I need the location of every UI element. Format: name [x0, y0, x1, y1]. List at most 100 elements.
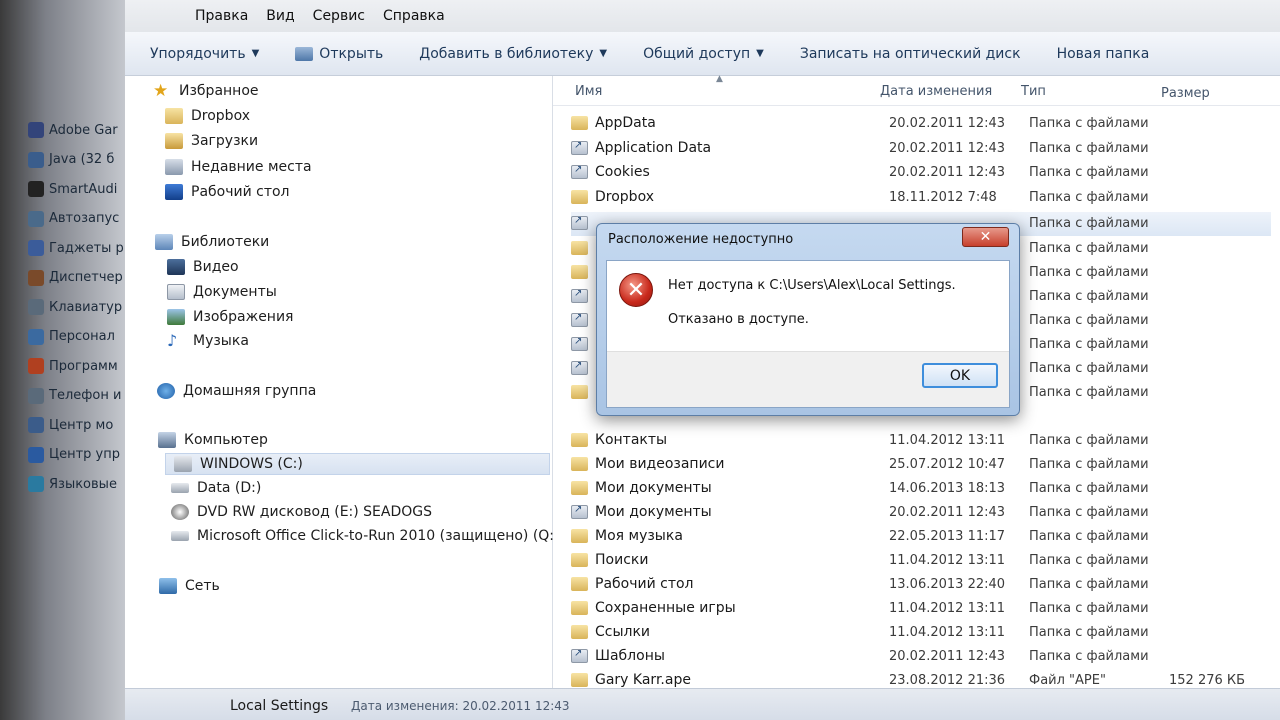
- column-size[interactable]: Размер: [1161, 86, 1210, 101]
- nav-downloads[interactable]: Загрузки: [165, 130, 258, 152]
- cell-type: Папка с файлами: [1029, 553, 1149, 568]
- ok-button[interactable]: OK: [922, 363, 998, 388]
- nav-pictures[interactable]: Изображения: [167, 306, 293, 328]
- table-row[interactable]: Контакты 11.04.2012 13:11 Папка с файлами: [571, 429, 1271, 453]
- table-row[interactable]: Мои документы 14.06.2013 18:13 Папка с фай…: [571, 477, 1271, 501]
- control-panel-item-label: Автозапус: [49, 211, 120, 226]
- menu-help[interactable]: Справка: [383, 8, 445, 24]
- nav-music[interactable]: ♪ Музыка: [167, 330, 249, 352]
- control-panel-item[interactable]: Телефон и: [28, 384, 128, 408]
- cell-date: 25.07.2012 10:47: [889, 457, 1006, 472]
- folder-icon: [571, 601, 588, 615]
- table-row[interactable]: Ссылки 11.04.2012 13:11 Папка с файлами: [571, 621, 1271, 645]
- organize-button[interactable]: Упорядочить ▼: [150, 46, 259, 62]
- status-selected-name: Local Settings: [230, 698, 329, 714]
- folder-icon: [571, 625, 588, 639]
- nav-homegroup[interactable]: Домашняя группа: [157, 380, 316, 402]
- table-row[interactable]: Поиски 11.04.2012 13:11 Папка с файлами: [571, 549, 1271, 573]
- control-panel-item-label: Диспетчер: [49, 270, 123, 285]
- dialog-message: Нет доступа к C:\Users\Alex\Local Settin…: [668, 278, 956, 293]
- cell-type: Папка с файлами: [1029, 165, 1149, 180]
- table-row[interactable]: Мои видеозаписи 25.07.2012 10:47 Папка с ф…: [571, 453, 1271, 477]
- table-row[interactable]: Dropbox 18.11.2012 7:48 Папка с файлами: [571, 186, 1271, 210]
- nav-computer[interactable]: Компьютер: [158, 429, 268, 451]
- control-panel-item[interactable]: Гаджеты р: [28, 236, 128, 260]
- pictures-library-icon: [167, 309, 185, 325]
- cell-name: Cookies: [595, 164, 650, 180]
- burn-button[interactable]: Записать на оптический диск: [800, 46, 1021, 62]
- nav-network[interactable]: Сеть: [159, 575, 220, 597]
- nav-label: Библиотеки: [181, 234, 270, 250]
- share-button[interactable]: Общий доступ ▼: [643, 46, 764, 62]
- nav-drive-q[interactable]: Microsoft Office Click-to-Run 2010 (защи…: [171, 525, 560, 547]
- chevron-down-icon: ▼: [599, 48, 608, 59]
- control-panel-item-label: Adobe Gar: [49, 122, 118, 138]
- control-panel-item[interactable]: Java (32 б: [28, 148, 128, 172]
- status-bar: Local Settings Дата изменения: 20.02.201…: [125, 688, 1280, 720]
- control-panel-item[interactable]: Центр упр: [28, 443, 128, 467]
- nav-label: Загрузки: [191, 133, 259, 149]
- nav-drive-c[interactable]: WINDOWS (C:): [165, 453, 550, 475]
- control-panel-item[interactable]: SmartAudi: [28, 177, 128, 201]
- cell-date: 11.04.2012 13:11: [889, 553, 1006, 568]
- nav-label: Домашняя группа: [183, 383, 317, 399]
- table-row[interactable]: AppData 20.02.2011 12:43 Папка с файлами: [571, 112, 1271, 136]
- menu-view[interactable]: Вид: [266, 8, 294, 24]
- hard-drive-icon: [171, 483, 189, 493]
- table-row[interactable]: Шаблоны 20.02.2011 12:43 Папка с файлами: [571, 645, 1271, 669]
- control-panel-item[interactable]: Клавиатур: [28, 295, 128, 319]
- chevron-down-icon: ▼: [756, 48, 764, 59]
- table-row[interactable]: Моя музыка 22.05.2013 11:17 Папка с файлам…: [571, 525, 1271, 549]
- nav-documents[interactable]: Документы: [167, 281, 277, 303]
- nav-libraries[interactable]: Библиотеки: [155, 231, 269, 253]
- control-panel-item[interactable]: Персонал: [28, 325, 128, 349]
- gadgets-icon: [28, 240, 44, 256]
- open-label: Открыть: [319, 45, 384, 62]
- table-row[interactable]: Мои документы 20.02.2011 12:43 Папка с фай…: [571, 501, 1271, 525]
- cell-date: 20.02.2011 12:43: [889, 649, 1006, 664]
- shortcut-folder-icon: [571, 140, 588, 155]
- cell-name: Мои видеозаписи: [595, 456, 725, 472]
- nav-video[interactable]: Видео: [167, 256, 239, 278]
- menu-tools[interactable]: Сервис: [313, 8, 365, 24]
- cell-type: Папка с файлами: [1029, 116, 1149, 131]
- table-row[interactable]: Cookies 20.02.2011 12:43 Папка с файлами: [571, 161, 1271, 185]
- open-button[interactable]: Открыть: [295, 46, 383, 62]
- nav-dropbox[interactable]: Dropbox: [165, 105, 250, 127]
- recent-places-icon: [165, 159, 183, 175]
- nav-recent-places[interactable]: Недавние места: [165, 156, 312, 178]
- nav-drive-e[interactable]: DVD RW дисковод (E:) SEADOGS: [171, 501, 432, 523]
- control-panel-item[interactable]: Языковые: [28, 472, 128, 496]
- control-panel-item[interactable]: Автозапус: [28, 207, 128, 231]
- organize-label: Упорядочить: [150, 45, 246, 62]
- cell-date: 14.06.2013 18:13: [889, 481, 1006, 496]
- programs-icon: [28, 358, 44, 374]
- close-button[interactable]: ✕: [962, 227, 1009, 247]
- cell-date: 13.06.2013 22:40: [889, 577, 1006, 592]
- add-to-library-button[interactable]: Добавить в библиотеку ▼: [419, 46, 607, 62]
- control-panel-item[interactable]: Adobe Gar: [28, 118, 128, 142]
- nav-desktop[interactable]: Рабочий стол: [165, 181, 290, 203]
- table-row[interactable]: Рабочий стол 13.06.2013 22:40 Папка с файл…: [571, 573, 1271, 597]
- cell-type: Папка с файлами: [1029, 457, 1149, 472]
- nav-drive-d[interactable]: Data (D:): [171, 477, 261, 499]
- new-folder-button[interactable]: Новая папка: [1057, 46, 1150, 62]
- column-date[interactable]: Дата изменения: [880, 84, 992, 99]
- column-type[interactable]: Тип: [1021, 84, 1046, 99]
- menu-bar: Правка Вид Сервис Справка: [125, 0, 1280, 32]
- cell-date: 18.11.2012 7:48: [889, 190, 997, 205]
- control-panel-item[interactable]: Программ: [28, 354, 128, 378]
- java-icon: [28, 151, 44, 168]
- shortcut-folder-icon: [571, 312, 588, 327]
- menu-edit[interactable]: Правка: [195, 8, 248, 24]
- nav-favorites[interactable]: ★ Избранное: [153, 80, 259, 102]
- control-panel-item[interactable]: Центр мо: [28, 413, 128, 437]
- table-row[interactable]: Сохраненные игры 11.04.2012 13:11 Папка с …: [571, 597, 1271, 621]
- control-panel-item[interactable]: Диспетчер: [28, 266, 128, 290]
- folder-icon: [571, 457, 588, 471]
- column-name[interactable]: Имя: [575, 84, 602, 99]
- table-row[interactable]: Application Data 20.02.2011 12:43 Папка с …: [571, 137, 1271, 161]
- cell-name: Мои документы: [595, 480, 712, 496]
- cell-type: Папка с файлами: [1029, 649, 1149, 664]
- cell-type: Папка с файлами: [1029, 313, 1149, 328]
